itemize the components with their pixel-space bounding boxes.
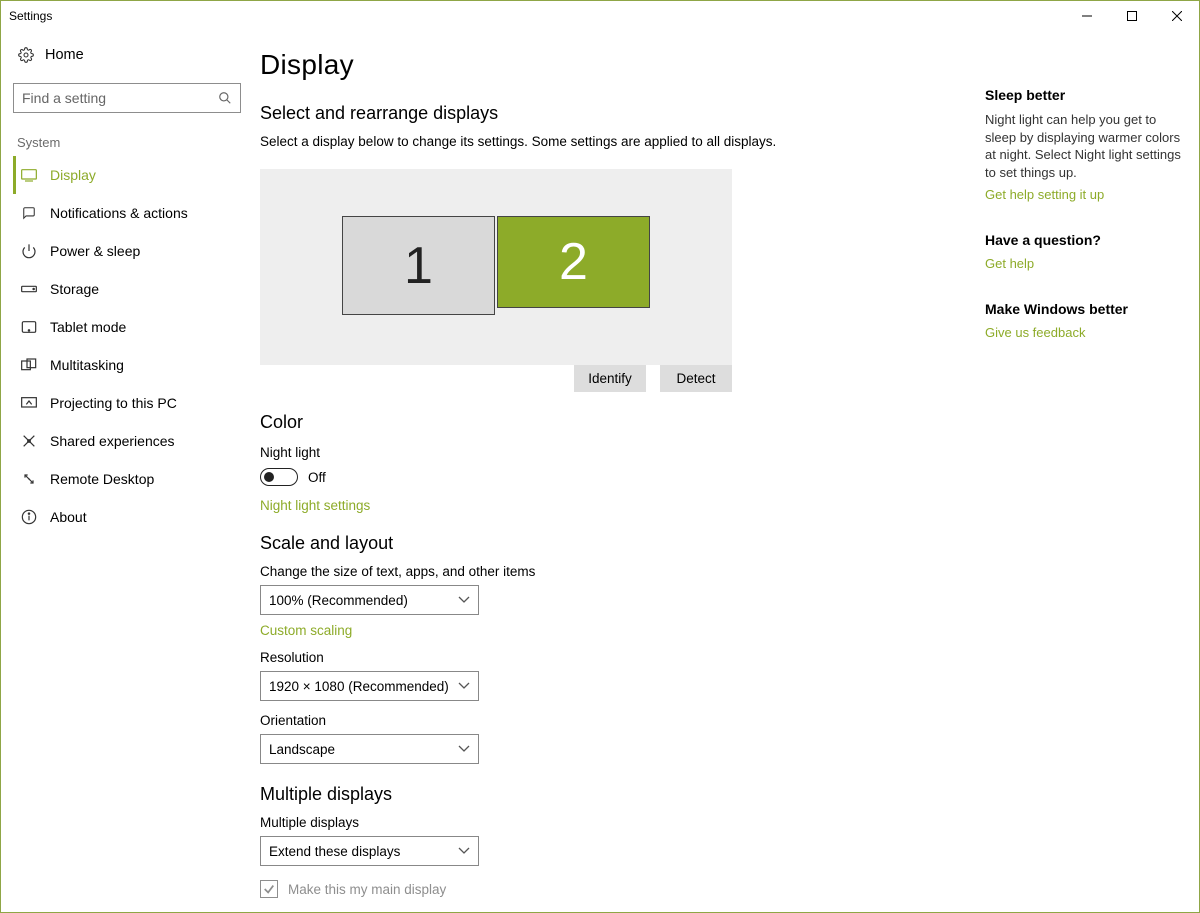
shared-icon bbox=[20, 432, 38, 450]
window-title: Settings bbox=[9, 9, 52, 23]
scale-heading: Scale and layout bbox=[260, 533, 965, 554]
home-label: Home bbox=[45, 47, 84, 63]
main-display-label: Make this my main display bbox=[288, 882, 446, 897]
sidebar-item-power[interactable]: Power & sleep bbox=[13, 232, 244, 270]
sidebar-item-label: Projecting to this PC bbox=[50, 395, 177, 411]
get-help-link[interactable]: Get help bbox=[985, 256, 1183, 271]
sidebar: Home Find a setting System Display Notif… bbox=[1, 31, 256, 912]
multitasking-icon bbox=[20, 356, 38, 374]
night-light-toggle[interactable] bbox=[260, 468, 298, 486]
sidebar-item-label: About bbox=[50, 509, 87, 525]
tablet-icon bbox=[20, 318, 38, 336]
better-heading: Make Windows better bbox=[985, 301, 1183, 317]
detect-button[interactable]: Detect bbox=[660, 365, 732, 392]
multiple-displays-heading: Multiple displays bbox=[260, 784, 965, 805]
resolution-label: Resolution bbox=[260, 650, 965, 665]
sidebar-item-projecting[interactable]: Projecting to this PC bbox=[13, 384, 244, 422]
feedback-link[interactable]: Give us feedback bbox=[985, 325, 1183, 340]
sidebar-item-notifications[interactable]: Notifications & actions bbox=[13, 194, 244, 232]
chevron-down-icon bbox=[458, 745, 470, 753]
right-sidebar: Sleep better Night light can help you ge… bbox=[965, 31, 1199, 912]
search-placeholder: Find a setting bbox=[22, 90, 106, 106]
custom-scaling-link[interactable]: Custom scaling bbox=[260, 623, 965, 638]
sidebar-item-label: Remote Desktop bbox=[50, 471, 154, 487]
chevron-down-icon bbox=[458, 596, 470, 604]
sidebar-item-label: Tablet mode bbox=[50, 319, 126, 335]
remote-icon bbox=[20, 470, 38, 488]
question-heading: Have a question? bbox=[985, 232, 1183, 248]
sidebar-category: System bbox=[17, 135, 244, 150]
text-size-value: 100% (Recommended) bbox=[269, 593, 408, 608]
text-size-label: Change the size of text, apps, and other… bbox=[260, 564, 965, 579]
main-content: Display Select and rearrange displays Se… bbox=[256, 31, 965, 912]
color-heading: Color bbox=[260, 412, 965, 433]
display-icon bbox=[20, 166, 38, 184]
sidebar-item-multitasking[interactable]: Multitasking bbox=[13, 346, 244, 384]
search-icon bbox=[218, 91, 232, 105]
sidebar-item-label: Notifications & actions bbox=[50, 205, 188, 221]
sleep-better-heading: Sleep better bbox=[985, 87, 1183, 103]
text-size-select[interactable]: 100% (Recommended) bbox=[260, 585, 479, 615]
orientation-select[interactable]: Landscape bbox=[260, 734, 479, 764]
night-light-state: Off bbox=[308, 470, 326, 485]
page-title: Display bbox=[260, 49, 965, 81]
sleep-better-text: Night light can help you get to sleep by… bbox=[985, 111, 1183, 181]
multiple-displays-label: Multiple displays bbox=[260, 815, 965, 830]
multiple-displays-select[interactable]: Extend these displays bbox=[260, 836, 479, 866]
orientation-label: Orientation bbox=[260, 713, 965, 728]
sidebar-item-about[interactable]: About bbox=[13, 498, 244, 536]
notifications-icon bbox=[20, 204, 38, 222]
main-display-checkbox bbox=[260, 880, 278, 898]
sidebar-item-label: Multitasking bbox=[50, 357, 124, 373]
gear-icon bbox=[17, 46, 35, 64]
maximize-button[interactable] bbox=[1109, 1, 1154, 31]
resolution-value: 1920 × 1080 (Recommended) bbox=[269, 679, 449, 694]
identify-button[interactable]: Identify bbox=[574, 365, 646, 392]
orientation-value: Landscape bbox=[269, 742, 335, 757]
night-light-label: Night light bbox=[260, 445, 965, 460]
multiple-displays-value: Extend these displays bbox=[269, 844, 400, 859]
storage-icon bbox=[20, 280, 38, 298]
sidebar-item-display[interactable]: Display bbox=[13, 156, 244, 194]
sidebar-item-label: Shared experiences bbox=[50, 433, 175, 449]
search-input[interactable]: Find a setting bbox=[13, 83, 241, 113]
sidebar-item-label: Power & sleep bbox=[50, 243, 140, 259]
monitor-1[interactable]: 1 bbox=[342, 216, 495, 315]
titlebar: Settings bbox=[1, 1, 1199, 31]
sidebar-item-label: Display bbox=[50, 167, 96, 183]
arrange-heading: Select and rearrange displays bbox=[260, 103, 965, 124]
sidebar-item-label: Storage bbox=[50, 281, 99, 297]
home-button[interactable]: Home bbox=[13, 31, 244, 73]
chevron-down-icon bbox=[458, 682, 470, 690]
minimize-button[interactable] bbox=[1064, 1, 1109, 31]
resolution-select[interactable]: 1920 × 1080 (Recommended) bbox=[260, 671, 479, 701]
sidebar-item-storage[interactable]: Storage bbox=[13, 270, 244, 308]
arrange-desc: Select a display below to change its set… bbox=[260, 134, 965, 149]
sidebar-item-remote[interactable]: Remote Desktop bbox=[13, 460, 244, 498]
projecting-icon bbox=[20, 394, 38, 412]
chevron-down-icon bbox=[458, 847, 470, 855]
sidebar-item-tablet[interactable]: Tablet mode bbox=[13, 308, 244, 346]
sidebar-item-shared[interactable]: Shared experiences bbox=[13, 422, 244, 460]
night-light-settings-link[interactable]: Night light settings bbox=[260, 498, 965, 513]
info-icon bbox=[20, 508, 38, 526]
sleep-better-link[interactable]: Get help setting it up bbox=[985, 187, 1183, 202]
display-arrangement-area[interactable]: 1 2 bbox=[260, 169, 732, 365]
power-icon bbox=[20, 242, 38, 260]
monitor-2[interactable]: 2 bbox=[497, 216, 650, 308]
close-button[interactable] bbox=[1154, 1, 1199, 31]
